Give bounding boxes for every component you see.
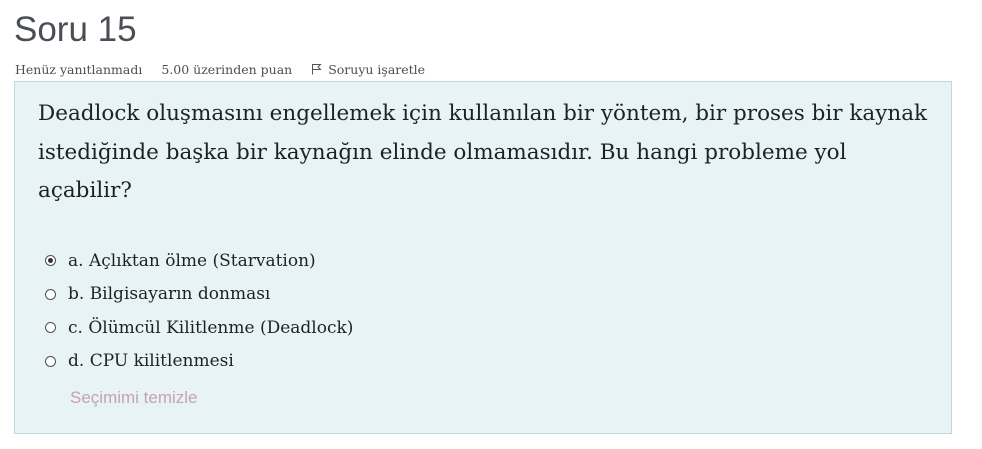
answer-option-a[interactable]: a. Açlıktan ölme (Starvation): [45, 244, 353, 278]
question-info: Henüz yanıtlanmadı 5.00 üzerinden puan S…: [15, 60, 425, 78]
question-status: Henüz yanıtlanmadı: [15, 61, 143, 77]
clear-choice-link[interactable]: Seçimimi temizle: [70, 388, 198, 408]
answer-label[interactable]: a. Açlıktan ölme (Starvation): [68, 251, 316, 271]
flag-icon: [311, 63, 322, 75]
radio-icon[interactable]: [45, 255, 56, 267]
answer-option-b[interactable]: b. Bilgisayarın donması: [45, 278, 353, 312]
answer-label[interactable]: d. CPU kilitlenmesi: [68, 351, 234, 371]
radio-icon[interactable]: [45, 322, 56, 334]
answer-option-c[interactable]: c. Ölümcül Kilitlenme (Deadlock): [45, 311, 353, 345]
answer-label[interactable]: b. Bilgisayarın donması: [68, 284, 270, 304]
question-title: Soru 15: [14, 10, 137, 49]
answer-list: a. Açlıktan ölme (Starvation) b. Bilgisa…: [45, 244, 353, 378]
question-points: 5.00 üzerinden puan: [161, 61, 293, 77]
answer-option-d[interactable]: d. CPU kilitlenmesi: [45, 345, 353, 379]
radio-icon[interactable]: [45, 355, 56, 367]
flag-question-label: Soruyu işaretle: [328, 61, 426, 77]
question-content-box: Deadlock oluşmasını engellemek için kull…: [14, 81, 952, 434]
flag-question-link[interactable]: Soruyu işaretle: [311, 62, 425, 77]
question-text: Deadlock oluşmasını engellemek için kull…: [38, 101, 928, 203]
radio-icon[interactable]: [45, 288, 56, 300]
answer-label[interactable]: c. Ölümcül Kilitlenme (Deadlock): [68, 318, 353, 338]
